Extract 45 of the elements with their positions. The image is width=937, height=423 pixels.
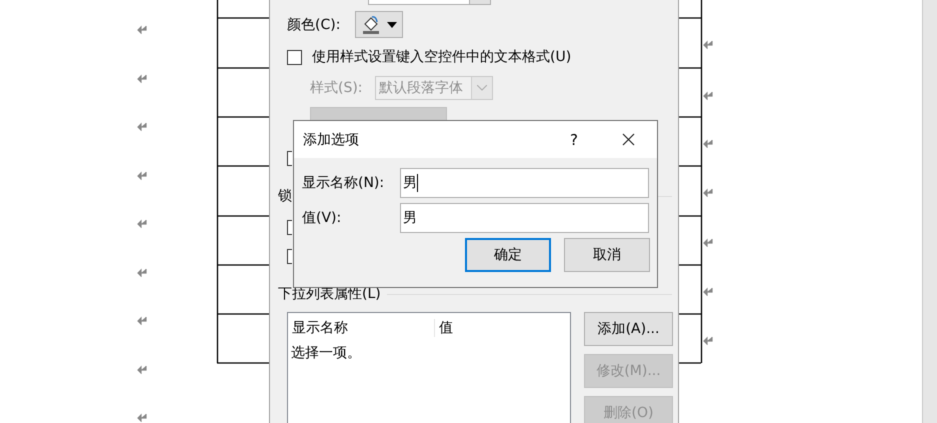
checkbox[interactable] bbox=[287, 248, 292, 264]
list-item[interactable]: 选择一项。 bbox=[288, 343, 570, 365]
paragraph-mark-icon bbox=[703, 238, 713, 247]
dialog-button[interactable]: 确定 bbox=[465, 238, 551, 272]
paragraph-mark-icon bbox=[137, 365, 147, 374]
close-icon bbox=[622, 133, 635, 146]
checkbox-label: 使用样式设置键入空控件中的文本格式(U) bbox=[312, 48, 572, 66]
list-box[interactable]: 显示名称 值 选择一项。 bbox=[287, 312, 571, 423]
input-field[interactable]: 男 bbox=[400, 168, 649, 198]
paint-bucket-icon bbox=[361, 14, 381, 34]
paragraph-mark-icon bbox=[137, 122, 147, 131]
paragraph-mark-icon bbox=[137, 171, 147, 180]
caret-icon bbox=[387, 22, 397, 28]
help-button[interactable]: ? bbox=[564, 130, 584, 148]
field-label: 值(V): bbox=[302, 209, 342, 227]
field-label: 颜色(C): bbox=[287, 16, 342, 34]
chevron-down-icon bbox=[477, 85, 487, 91]
field-label: 样式(S): bbox=[310, 79, 364, 97]
style-dropdown: 默认段落字体 bbox=[375, 76, 493, 100]
paragraph-mark-icon bbox=[703, 336, 713, 345]
checkbox[interactable] bbox=[287, 50, 302, 64]
color-button[interactable] bbox=[355, 11, 403, 38]
paragraph-mark-icon bbox=[703, 188, 713, 197]
paragraph-mark-icon bbox=[137, 316, 147, 325]
column-header[interactable]: 显示名称 bbox=[288, 319, 435, 337]
dialog-button[interactable]: 取消 bbox=[564, 238, 650, 272]
paragraph-mark-icon bbox=[137, 413, 147, 422]
column-header[interactable]: 值 bbox=[435, 319, 453, 337]
paragraph-mark-icon bbox=[137, 74, 147, 83]
paragraph-mark-icon bbox=[137, 25, 147, 34]
paragraph-mark-icon bbox=[137, 219, 147, 228]
scrollbar[interactable] bbox=[922, 0, 937, 423]
paragraph-mark-icon bbox=[137, 268, 147, 277]
input-field[interactable]: 男 bbox=[400, 203, 649, 233]
paragraph-mark-icon bbox=[703, 91, 713, 100]
field-label: 显示名称(N): bbox=[302, 174, 386, 192]
paragraph-mark-icon bbox=[703, 287, 713, 296]
paragraph-mark-icon bbox=[703, 40, 713, 49]
dialog-title: 添加选项 bbox=[303, 130, 359, 148]
dialog-button[interactable]: 添加(A)... bbox=[584, 312, 673, 346]
paragraph-mark-icon bbox=[703, 139, 713, 148]
checkbox[interactable] bbox=[287, 151, 292, 166]
close-button[interactable] bbox=[622, 133, 635, 146]
checkbox[interactable] bbox=[287, 220, 292, 234]
section-label: 锁 bbox=[278, 187, 292, 205]
